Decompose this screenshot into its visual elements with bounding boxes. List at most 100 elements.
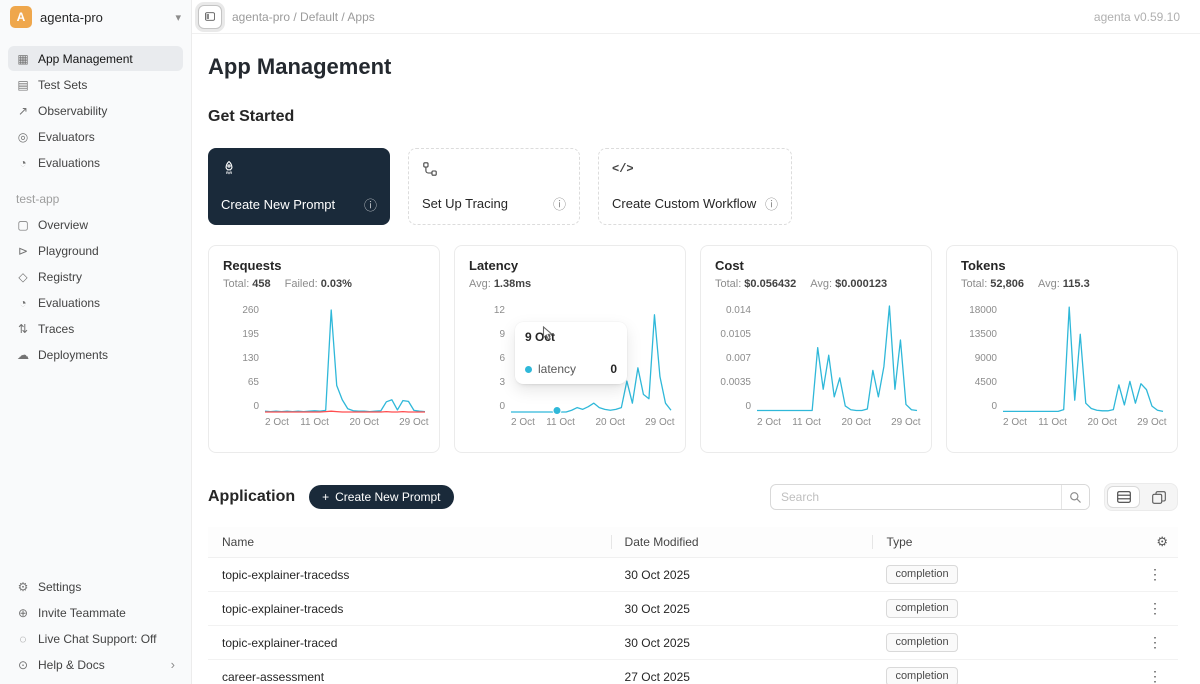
sidebar-item-label: App Management [38, 52, 133, 66]
tokens-line-chart[interactable] [1003, 306, 1163, 412]
x-axis-labels: 2 Oct11 Oct20 Oct29 Oct [511, 417, 671, 431]
sidebar-item-live-chat-support[interactable]: ◌ Live Chat Support: Off [8, 626, 183, 651]
view-toggle [1104, 483, 1178, 511]
y-axis-labels: 0.0140.01050.0070.00350 [715, 306, 757, 412]
sidebar-collapse-button[interactable] [198, 5, 222, 29]
sidebar-item-app-management[interactable]: ▦ App Management [8, 46, 183, 71]
info-icon[interactable]: ⓘ [765, 194, 778, 213]
sidebar-item-label: Evaluators [38, 130, 95, 144]
breadcrumb: agenta-pro / Default / Apps [232, 10, 375, 24]
sidebar-item-traces[interactable]: ⇅ Traces [8, 316, 183, 341]
sidebar-item-evaluations[interactable]: ◔ Evaluations [8, 150, 183, 175]
sidebar-nav-app: ▢ Overview ⊳ Playground ◇ Registry ◔ Eva… [0, 212, 191, 368]
sidebar-item-label: Observability [38, 104, 107, 118]
page-title: App Management [208, 54, 1178, 80]
sidebar-item-label: Playground [38, 244, 99, 258]
sidebar-item-test-sets[interactable]: ▤ Test Sets [8, 72, 183, 97]
overview-icon: ▢ [16, 218, 30, 232]
app-search [770, 484, 1090, 510]
create-new-prompt-card[interactable]: Create New Prompt ⓘ [208, 148, 390, 225]
row-menu-button[interactable]: ⋮ [1142, 566, 1168, 583]
sidebar-item-app-evaluations[interactable]: ◔ Evaluations [8, 290, 183, 315]
latency-chart-card: Latency Avg:1.38ms 129630 9 Oct latency [454, 245, 686, 453]
y-axis-labels: 260195130650 [223, 306, 265, 412]
chat-icon: ◌ [16, 632, 30, 646]
topbar: agenta-pro / Default / Apps agenta v0.59… [192, 0, 1200, 34]
table-row[interactable]: topic-explainer-traceds 30 Oct 2025 comp… [208, 592, 1178, 626]
type-badge: completion [886, 667, 957, 684]
tracing-icon [422, 160, 566, 178]
application-heading: Application [208, 488, 295, 506]
sidebar-nav-top: ▦ App Management ▤ Test Sets ↗ Observabi… [0, 34, 191, 176]
sidebar-item-help-docs[interactable]: ⊙ Help & Docs › [8, 652, 183, 677]
x-axis-labels: 2 Oct11 Oct20 Oct29 Oct [1003, 417, 1163, 431]
invite-teammate-icon: ⊕ [16, 606, 30, 620]
search-input[interactable] [771, 485, 1061, 509]
requests-chart-card: Requests Total:458 Failed:0.03% 26019513… [208, 245, 440, 453]
sidebar-item-deployments[interactable]: ☁ Deployments [8, 342, 183, 367]
table-view-icon [1117, 491, 1131, 503]
sidebar-item-settings[interactable]: ⚙ Settings [8, 574, 183, 599]
sidebar: A agenta-pro ▾ ▦ App Management ▤ Test S… [0, 0, 192, 684]
y-axis-labels: 1800013500900045000 [961, 306, 1003, 412]
search-button[interactable] [1061, 485, 1089, 509]
column-header-date-modified[interactable]: Date Modified [611, 535, 873, 549]
tokens-chart-card: Tokens Total:52,806 Avg:115.3 1800013500… [946, 245, 1178, 453]
table-row[interactable]: topic-explainer-traced 30 Oct 2025 compl… [208, 626, 1178, 660]
table-row[interactable]: career-assessment 27 Oct 2025 completion… [208, 660, 1178, 684]
sidebar-item-overview[interactable]: ▢ Overview [8, 212, 183, 237]
app-name: career-assessment [208, 670, 611, 684]
sidebar-item-label: Live Chat Support: Off [38, 632, 157, 646]
info-icon[interactable]: ⓘ [553, 194, 566, 213]
sidebar-item-label: Traces [38, 322, 74, 336]
table-view-button[interactable] [1107, 486, 1140, 508]
chart-stats: Avg:1.38ms [469, 278, 671, 290]
row-menu-button[interactable]: ⋮ [1142, 600, 1168, 617]
cost-line-chart[interactable] [757, 306, 917, 412]
card-label: Set Up Tracing [422, 196, 508, 211]
settings-icon: ⚙ [16, 580, 30, 594]
test-sets-icon: ▤ [16, 78, 30, 92]
observability-icon: ↗ [16, 104, 30, 118]
traces-icon: ⇅ [16, 322, 30, 336]
requests-line-chart[interactable] [265, 306, 425, 412]
card-view-button[interactable] [1142, 486, 1175, 508]
app-date-modified: 30 Oct 2025 [611, 568, 873, 582]
main-column: agenta-pro / Default / Apps agenta v0.59… [192, 0, 1200, 684]
rocket-icon [221, 159, 377, 177]
chart-stats: Total:458 Failed:0.03% [223, 278, 425, 290]
info-icon[interactable]: ⓘ [364, 195, 377, 214]
app-root: A agenta-pro ▾ ▦ App Management ▤ Test S… [0, 0, 1200, 684]
create-new-prompt-button[interactable]: + Create New Prompt [309, 485, 453, 509]
column-header-type[interactable]: Type [872, 535, 1095, 549]
table-row[interactable]: topic-explainer-tracedss 30 Oct 2025 com… [208, 558, 1178, 592]
table-header: Name Date Modified Type ⚙ [208, 527, 1178, 558]
table-settings-gear-icon[interactable]: ⚙ [1156, 534, 1168, 549]
chart-title: Cost [715, 258, 917, 273]
apps-table: Name Date Modified Type ⚙ topic-explaine… [208, 527, 1178, 684]
sidebar-item-observability[interactable]: ↗ Observability [8, 98, 183, 123]
application-header: Application + Create New Prompt [208, 483, 1178, 511]
sidebar-item-registry[interactable]: ◇ Registry [8, 264, 183, 289]
registry-icon: ◇ [16, 270, 30, 284]
type-badge: completion [886, 633, 957, 652]
code-icon: </> [612, 160, 778, 178]
sidebar-item-playground[interactable]: ⊳ Playground [8, 238, 183, 263]
tooltip-date: 9 Oct [525, 330, 617, 344]
sidebar-item-label: Overview [38, 218, 88, 232]
sidebar-item-label: Evaluations [38, 296, 100, 310]
sidebar-item-invite-teammate[interactable]: ⊕ Invite Teammate [8, 600, 183, 625]
type-badge: completion [886, 599, 957, 618]
app-name: topic-explainer-tracedss [208, 568, 611, 582]
column-header-name[interactable]: Name [208, 535, 611, 549]
row-menu-button[interactable]: ⋮ [1142, 634, 1168, 651]
plus-icon: + [322, 490, 329, 504]
chart-title: Requests [223, 258, 425, 273]
create-custom-workflow-card[interactable]: </> Create Custom Workflow ⓘ [598, 148, 792, 225]
latency-line-chart[interactable]: 9 Oct latency 0 [511, 306, 671, 412]
tooltip-series-name: latency [538, 362, 576, 376]
set-up-tracing-card[interactable]: Set Up Tracing ⓘ [408, 148, 580, 225]
row-menu-button[interactable]: ⋮ [1142, 668, 1168, 684]
workspace-selector[interactable]: A agenta-pro ▾ [0, 0, 191, 34]
sidebar-item-evaluators[interactable]: ◎ Evaluators [8, 124, 183, 149]
